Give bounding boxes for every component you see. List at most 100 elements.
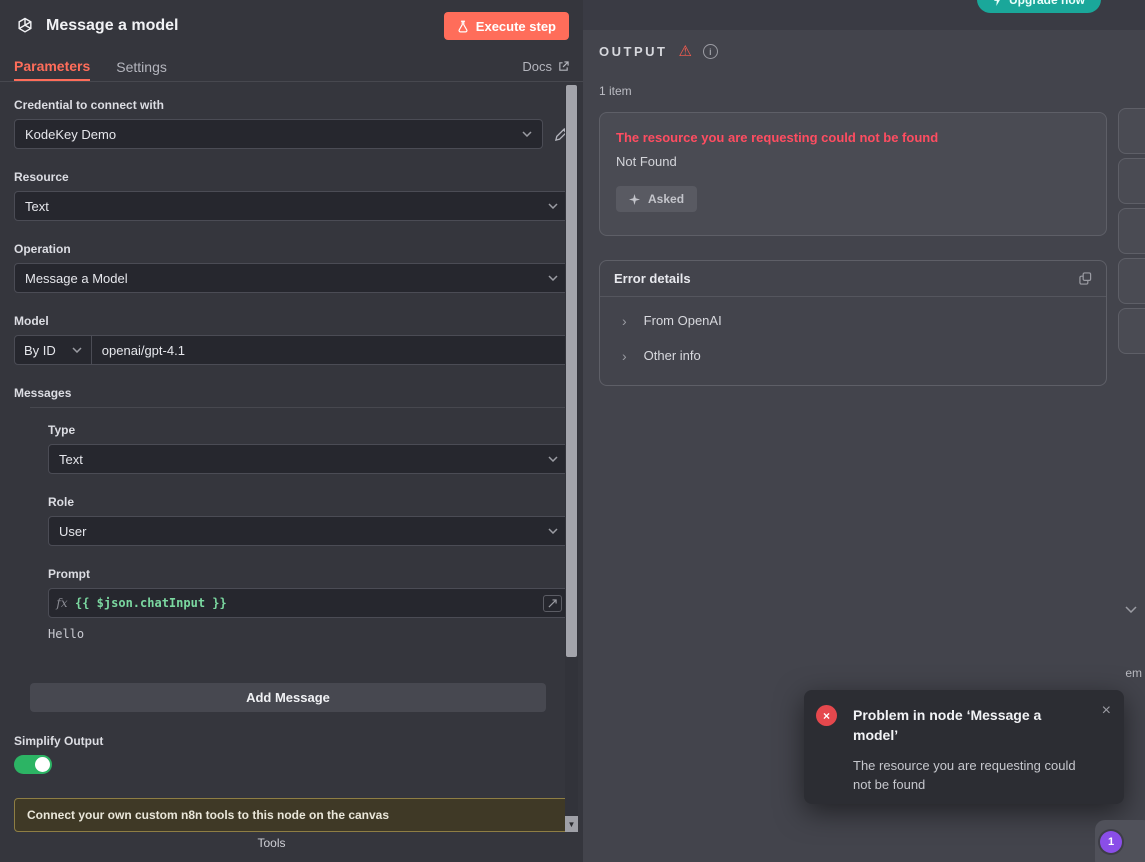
chevron-down-icon — [548, 275, 558, 281]
add-message-button[interactable]: Add Message — [30, 683, 546, 712]
top-bar: Upgrade now — [583, 0, 1145, 30]
simplify-output-label: Simplify Output — [14, 734, 569, 748]
edge-partial-text: em — [1125, 666, 1142, 680]
custom-tools-notice: Connect your own custom n8n tools to thi… — [14, 798, 569, 832]
resource-label: Resource — [14, 170, 569, 184]
openai-logo-icon — [14, 15, 36, 37]
prompt-label: Prompt — [48, 567, 569, 581]
resource-select[interactable]: Text — [14, 191, 569, 221]
error-details-header: Error details — [600, 261, 1106, 297]
output-header: OUTPUT ⚠ i — [599, 44, 718, 59]
detail-row-label: Other info — [644, 348, 701, 363]
chevron-right-icon: › — [622, 314, 627, 328]
collapsed-panel-sliver[interactable] — [1118, 258, 1145, 304]
model-label: Model — [14, 314, 569, 328]
simplify-output-toggle[interactable] — [14, 755, 52, 774]
messages-group: Type Text Role User Prompt fx — [14, 423, 569, 618]
toggle-knob — [35, 757, 50, 772]
chevron-down-icon — [548, 456, 558, 462]
tab-settings[interactable]: Settings — [116, 52, 167, 81]
node-tabs: Parameters Settings Docs — [0, 52, 583, 82]
role-select[interactable]: User — [48, 516, 569, 546]
type-label: Type — [48, 423, 569, 437]
tools-connection-label: Tools — [0, 836, 543, 850]
edge-chevron-down-icon[interactable] — [1125, 606, 1137, 613]
prompt-preview-value: Hello — [48, 627, 569, 641]
chevron-down-icon — [548, 203, 558, 209]
info-icon[interactable]: i — [703, 44, 718, 59]
ask-assistant-button[interactable]: Asked — [616, 186, 697, 212]
output-item-count: 1 item — [599, 84, 632, 98]
open-expression-editor-button[interactable] — [543, 595, 562, 612]
scrollbar-down-arrow[interactable]: ▼ — [565, 816, 578, 832]
node-settings-panel: Message a model Execute step Parameters … — [0, 0, 583, 862]
model-field: By ID openai/gpt-4.1 — [14, 335, 569, 365]
messages-label: Messages — [14, 386, 569, 400]
execute-step-button[interactable]: Execute step — [444, 12, 569, 40]
flask-icon — [457, 20, 469, 33]
toast-close-icon[interactable]: × — [1102, 702, 1111, 720]
operation-value: Message a Model — [25, 271, 128, 286]
upgrade-now-label: Upgrade now — [1009, 0, 1085, 7]
bolt-icon — [993, 0, 1002, 6]
chevron-down-icon — [72, 347, 82, 353]
chevron-right-icon: › — [622, 349, 627, 363]
prompt-expression-input[interactable]: fx {{ $json.chatInput }} — [48, 588, 569, 618]
credential-value: KodeKey Demo — [25, 127, 116, 142]
credential-label: Credential to connect with — [14, 98, 569, 112]
output-area: em Upgrade now OUTPUT ⚠ i 1 item The res… — [583, 0, 1145, 862]
warning-triangle-icon: ⚠ — [678, 44, 691, 59]
ask-assistant-label: Asked — [648, 192, 684, 206]
model-mode-value: By ID — [24, 343, 56, 358]
sparkle-icon — [629, 194, 640, 205]
error-details-title: Error details — [614, 271, 691, 286]
model-mode-select[interactable]: By ID — [15, 336, 92, 364]
toast-title: Problem in node ‘Message a model’ — [853, 705, 1070, 746]
chevron-down-icon — [522, 131, 532, 137]
parameters-form: Credential to connect with KodeKey Demo … — [0, 82, 583, 852]
collapsed-panel-sliver[interactable] — [1118, 158, 1145, 204]
collapsed-panel-sliver[interactable] — [1118, 208, 1145, 254]
docs-link[interactable]: Docs — [522, 52, 569, 81]
error-toast: × Problem in node ‘Message a model’ × Th… — [804, 690, 1124, 804]
detail-row-label: From OpenAI — [644, 313, 722, 328]
operation-label: Operation — [14, 242, 569, 256]
model-id-input[interactable]: openai/gpt-4.1 — [92, 336, 568, 364]
docs-label: Docs — [522, 59, 552, 74]
detail-row-from-openai[interactable]: › From OpenAI — [608, 303, 1098, 338]
messages-group-divider — [30, 407, 569, 408]
type-value: Text — [59, 452, 83, 467]
n8n-node-detail-view: Message a model Execute step Parameters … — [0, 0, 1145, 862]
execute-step-label: Execute step — [476, 19, 556, 34]
type-select[interactable]: Text — [48, 444, 569, 474]
credential-select[interactable]: KodeKey Demo — [14, 119, 543, 149]
collapsed-panel-sliver[interactable] — [1118, 108, 1145, 154]
resource-value: Text — [25, 199, 49, 214]
copy-icon[interactable] — [1079, 272, 1092, 285]
left-panel-scrollbar[interactable]: ▼ — [565, 85, 578, 832]
prompt-expression-value: {{ $json.chatInput }} — [75, 596, 227, 610]
output-title: OUTPUT — [599, 44, 667, 59]
error-message-card: The resource you are requesting could no… — [599, 112, 1107, 236]
error-title: The resource you are requesting could no… — [616, 130, 1090, 145]
error-circle-icon: × — [816, 705, 837, 726]
builtin-tools-label: Built-in Tools — [14, 850, 569, 852]
toast-body: The resource you are requesting could no… — [853, 756, 1090, 795]
scrollbar-thumb[interactable] — [566, 85, 577, 657]
credential-row: KodeKey Demo — [14, 119, 569, 149]
node-title: Message a model — [46, 17, 179, 35]
tab-parameters[interactable]: Parameters — [14, 52, 90, 81]
node-header: Message a model Execute step — [0, 0, 583, 52]
upgrade-now-button[interactable]: Upgrade now — [977, 0, 1101, 13]
notification-badge[interactable]: 1 — [1100, 831, 1122, 853]
fx-icon: fx — [49, 596, 75, 610]
error-details-rows: › From OpenAI › Other info — [600, 297, 1106, 385]
operation-select[interactable]: Message a Model — [14, 263, 569, 293]
error-details-card: Error details › From OpenAI › Other info — [599, 260, 1107, 386]
external-link-icon — [558, 61, 569, 72]
collapsed-panel-sliver[interactable] — [1118, 308, 1145, 354]
detail-row-other-info[interactable]: › Other info — [608, 338, 1098, 373]
chevron-down-icon — [548, 528, 558, 534]
role-label: Role — [48, 495, 569, 509]
error-subtitle: Not Found — [616, 154, 1090, 169]
